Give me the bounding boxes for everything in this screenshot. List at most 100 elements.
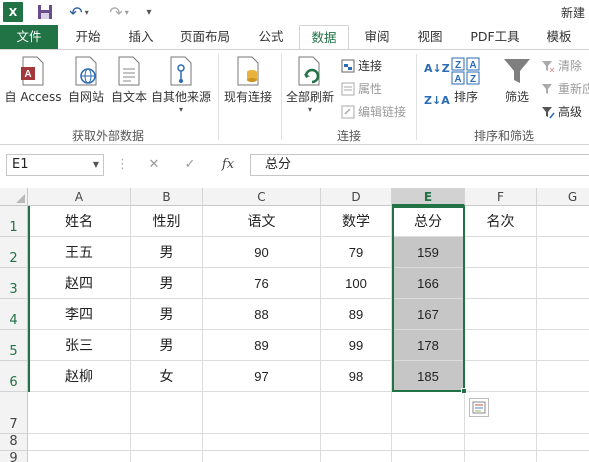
cell-f1[interactable]: 名次 [465,206,537,237]
cell-a3[interactable]: 赵四 [28,268,131,299]
cell-a5[interactable]: 张三 [28,330,131,361]
column-header-d[interactable]: D [321,188,392,206]
advanced-filter-button[interactable]: 高级 [541,103,582,120]
sort-button[interactable]: ZAAZ 排序 [448,56,484,105]
row-header-1[interactable]: 1 [0,206,28,237]
insert-function-icon[interactable]: fx [214,154,242,176]
tab-file[interactable]: 文件 [0,25,58,49]
cell-b4[interactable]: 男 [131,299,203,330]
undo-icon[interactable]: ↶ ▾ [66,2,92,22]
cell-a7[interactable] [28,392,131,434]
cell-f5[interactable] [465,330,537,361]
cell-c5[interactable]: 89 [203,330,321,361]
cell-b9[interactable] [131,451,203,462]
cell-a4[interactable]: 李四 [28,299,131,330]
cell-e6[interactable]: 185 [392,361,465,392]
clear-filter-button[interactable]: 清除 [541,57,582,74]
tab-data[interactable]: 数据 [299,25,349,49]
cell-a8[interactable] [28,434,131,451]
cell-b1[interactable]: 性别 [131,206,203,237]
tab-view[interactable]: 视图 [406,25,454,49]
cell-b6[interactable]: 女 [131,361,203,392]
row-header-2[interactable]: 2 [0,237,28,268]
cell-f3[interactable] [465,268,537,299]
existing-connections-button[interactable]: 现有连接 [222,56,274,105]
properties-button[interactable]: 属性 [341,80,382,97]
cell-d6[interactable]: 98 [321,361,392,392]
cell-e2[interactable]: 159 [392,237,465,268]
connections-button[interactable]: 连接 [341,57,382,74]
cell-e4[interactable]: 167 [392,299,465,330]
cell-e9[interactable] [392,451,465,462]
cell-g8[interactable] [537,434,589,451]
cell-d5[interactable]: 99 [321,330,392,361]
cell-c1[interactable]: 语文 [203,206,321,237]
cell-f9[interactable] [465,451,537,462]
row-header-5[interactable]: 5 [0,330,28,361]
quick-analysis-button[interactable] [469,398,489,417]
cell-d4[interactable]: 89 [321,299,392,330]
sort-desc-icon[interactable]: Z↓A [424,94,450,107]
row-header-4[interactable]: 4 [0,299,28,330]
fill-handle[interactable] [461,388,467,394]
cell-c9[interactable] [203,451,321,462]
cell-c6[interactable]: 97 [203,361,321,392]
cell-g7[interactable] [537,392,589,434]
tab-insert[interactable]: 插入 [116,25,166,49]
cell-e1[interactable]: 总分 [392,206,465,237]
cell-g6[interactable] [537,361,589,392]
column-header-c[interactable]: C [203,188,321,206]
tab-review[interactable]: 审阅 [353,25,401,49]
cell-a9[interactable] [28,451,131,462]
select-all-corner[interactable] [0,188,28,206]
refresh-all-button[interactable]: 全部刷新 ▾ [284,56,336,114]
tab-page-layout[interactable]: 页面布局 [170,25,240,49]
from-other-sources-button[interactable]: 自其他来源 ▾ [150,56,212,114]
row-header-9[interactable]: 9 [0,451,28,462]
cell-c8[interactable] [203,434,321,451]
row-header-8[interactable]: 8 [0,434,28,451]
cell-b5[interactable]: 男 [131,330,203,361]
cell-b2[interactable]: 男 [131,237,203,268]
cell-c4[interactable]: 88 [203,299,321,330]
cell-e7[interactable] [392,392,465,434]
from-web-button[interactable]: 自网站 [64,56,108,105]
cell-c2[interactable]: 90 [203,237,321,268]
cell-a6[interactable]: 赵柳 [28,361,131,392]
cell-d3[interactable]: 100 [321,268,392,299]
cell-c7[interactable] [203,392,321,434]
cell-e3[interactable]: 166 [392,268,465,299]
cancel-entry-icon[interactable]: ✕ [142,154,166,176]
cell-d9[interactable] [321,451,392,462]
customize-qat-icon[interactable]: ▾ [142,2,156,22]
cell-g9[interactable] [537,451,589,462]
edit-links-button[interactable]: 编辑链接 [341,103,406,120]
reapply-filter-button[interactable]: 重新应 [541,80,589,97]
tab-templates[interactable]: 模板 [536,25,582,49]
cell-f6[interactable] [465,361,537,392]
name-box[interactable]: E1 ▼ [6,154,104,176]
cell-f4[interactable] [465,299,537,330]
from-access-button[interactable]: A 自 Access [4,56,62,105]
row-header-7[interactable]: 7 [0,392,28,434]
tab-formulas[interactable]: 公式 [246,25,296,49]
column-header-b[interactable]: B [131,188,203,206]
cell-d8[interactable] [321,434,392,451]
column-header-g[interactable]: G [537,188,589,206]
cell-g4[interactable] [537,299,589,330]
column-header-e[interactable]: E [392,188,465,206]
cell-b8[interactable] [131,434,203,451]
cell-e5[interactable]: 178 [392,330,465,361]
formula-input[interactable]: 总分 [250,154,589,176]
cell-g1[interactable] [537,206,589,237]
confirm-entry-icon[interactable]: ✓ [178,154,202,176]
sort-asc-icon[interactable]: A↓Z [424,62,450,75]
row-header-3[interactable]: 3 [0,268,28,299]
tab-home[interactable]: 开始 [64,25,112,49]
cell-f8[interactable] [465,434,537,451]
cell-d7[interactable] [321,392,392,434]
column-header-a[interactable]: A [28,188,131,206]
cell-g3[interactable] [537,268,589,299]
cell-f2[interactable] [465,237,537,268]
column-header-f[interactable]: F [465,188,537,206]
